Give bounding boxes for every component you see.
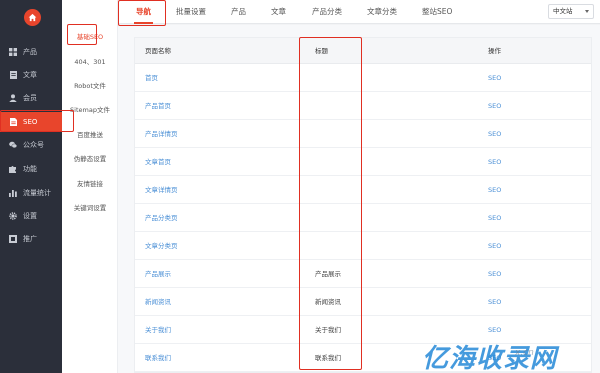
- page-title: 新闻资讯: [315, 298, 341, 306]
- watermark-logo: 亿海收录网: [422, 344, 558, 373]
- page-name-link[interactable]: 新闻资讯: [145, 288, 171, 316]
- page-name-link[interactable]: 产品展示: [145, 260, 171, 288]
- sidebar-item-label: 流量统计: [23, 189, 51, 197]
- table-header: 页面名称 标题 操作: [135, 38, 591, 64]
- tab-site-seo[interactable]: 整站SEO: [422, 0, 452, 24]
- sidebar-item-seo[interactable]: SEO: [0, 112, 62, 132]
- page-name-link[interactable]: 产品分类页: [145, 204, 178, 232]
- table-row: 产品展示 产品展示 SEO: [135, 260, 591, 288]
- watermark-suffix: x.cn: [515, 348, 534, 358]
- sidebar-item-settings[interactable]: 设置: [0, 206, 62, 226]
- home-icon: [28, 13, 37, 22]
- table-row: 文章详情页 SEO: [135, 176, 591, 204]
- submenu-item-baidu-push[interactable]: 百度推送: [62, 129, 118, 139]
- grid-icon: [9, 48, 17, 56]
- page-name-link[interactable]: 文章详情页: [145, 176, 178, 204]
- page-name-link[interactable]: 首页: [145, 64, 158, 92]
- submenu-item-keyword-settings[interactable]: 关键词设置: [62, 202, 118, 212]
- seo-action-link[interactable]: SEO: [488, 148, 501, 176]
- submenu-item-basic-seo[interactable]: 基础SEO: [62, 31, 118, 41]
- main-content: 页面名称 标题 操作 首页 SEO 产品首页 SEO 产品详情页 SEO 文章首…: [118, 25, 600, 373]
- submenu-item-rewrite-settings[interactable]: 伪静态设置: [62, 153, 118, 163]
- submenu-item-404-301[interactable]: 404、301: [62, 56, 118, 66]
- seo-action-link[interactable]: SEO: [488, 260, 501, 288]
- puzzle-icon: [9, 165, 17, 173]
- page-name-link[interactable]: 产品首页: [145, 92, 171, 120]
- page-name-link[interactable]: 文章首页: [145, 148, 171, 176]
- table-row: 产品分类页 SEO: [135, 204, 591, 232]
- gear-icon: [9, 212, 17, 220]
- sidebar-item-label: 设置: [23, 212, 37, 220]
- table-row: 文章首页 SEO: [135, 148, 591, 176]
- top-tab-bar: 导航 批量设置 产品 文章 产品分类 文章分类 整站SEO: [118, 0, 600, 24]
- sidebar-item-label: 功能: [23, 165, 37, 173]
- sidebar-item-label: 文章: [23, 71, 37, 79]
- document-icon: [9, 71, 17, 79]
- seo-submenu: 基础SEO 404、301 Robot文件 Sitemap文件 百度推送 伪静态…: [62, 0, 118, 373]
- sidebar-item-features[interactable]: 功能: [0, 159, 62, 179]
- table-row: 产品首页 SEO: [135, 92, 591, 120]
- sidebar-item-wechat[interactable]: 公众号: [0, 135, 62, 155]
- page-name-link[interactable]: 产品详情页: [145, 120, 178, 148]
- page-name-link[interactable]: 联系我们: [145, 344, 171, 372]
- language-select[interactable]: 中文站: [548, 4, 594, 19]
- table-row: 文章分类页 SEO: [135, 232, 591, 260]
- tab-product-categories[interactable]: 产品分类: [312, 0, 342, 24]
- submenu-item-sitemap-file[interactable]: Sitemap文件: [62, 104, 118, 114]
- sidebar-item-label: 推广: [23, 235, 37, 243]
- seo-action-link[interactable]: SEO: [488, 204, 501, 232]
- tab-navigation[interactable]: 导航: [134, 0, 153, 24]
- tab-batch-settings[interactable]: 批量设置: [176, 0, 206, 24]
- sidebar-item-label: 会员: [23, 94, 37, 102]
- tab-articles[interactable]: 文章: [271, 0, 286, 24]
- sidebar-item-products[interactable]: 产品: [0, 42, 62, 62]
- page-title: 联系我们: [315, 354, 341, 362]
- sidebar-item-label: SEO: [23, 118, 38, 126]
- column-header-title: 标题: [315, 47, 328, 55]
- seo-action-link[interactable]: SEO: [488, 120, 501, 148]
- column-header-action: 操作: [488, 47, 501, 55]
- user-icon: [9, 94, 17, 102]
- seo-action-link[interactable]: SEO: [488, 176, 501, 204]
- app-root: 产品 文章 会员 SEO 公众号 功能 流量统计 设置 推广 基础SEO 404…: [0, 0, 600, 373]
- active-tab-underline: [134, 22, 153, 24]
- seo-action-link[interactable]: SEO: [488, 232, 501, 260]
- bar-chart-icon: [9, 189, 17, 197]
- main-sidebar: 产品 文章 会员 SEO 公众号 功能 流量统计 设置 推广: [0, 0, 62, 373]
- promotion-icon: [9, 235, 17, 243]
- page-name-link[interactable]: 关于我们: [145, 316, 171, 344]
- tab-products[interactable]: 产品: [231, 0, 246, 24]
- table-row: 首页 SEO: [135, 64, 591, 92]
- sidebar-item-label: 公众号: [23, 141, 44, 149]
- sidebar-item-promotion[interactable]: 推广: [0, 229, 62, 249]
- wechat-icon: [9, 141, 17, 149]
- chevron-down-icon: [585, 10, 589, 13]
- home-logo[interactable]: [24, 9, 41, 26]
- page-name-link[interactable]: 文章分类页: [145, 232, 178, 260]
- seo-action-link[interactable]: SEO: [488, 288, 501, 316]
- table-row: 新闻资讯 新闻资讯 SEO: [135, 288, 591, 316]
- sidebar-item-articles[interactable]: 文章: [0, 65, 62, 85]
- seo-table: 页面名称 标题 操作 首页 SEO 产品首页 SEO 产品详情页 SEO 文章首…: [134, 37, 592, 373]
- submenu-item-robot-file[interactable]: Robot文件: [62, 80, 118, 90]
- sidebar-item-traffic-stats[interactable]: 流量统计: [0, 183, 62, 203]
- page-title: 关于我们: [315, 326, 341, 334]
- tab-article-categories[interactable]: 文章分类: [367, 0, 397, 24]
- seo-action-link[interactable]: SEO: [488, 64, 501, 92]
- seo-action-link[interactable]: SEO: [488, 92, 501, 120]
- sidebar-item-members[interactable]: 会员: [0, 88, 62, 108]
- table-row: 产品详情页 SEO: [135, 120, 591, 148]
- column-header-page-name: 页面名称: [145, 47, 171, 55]
- submenu-item-friend-links[interactable]: 友情链接: [62, 178, 118, 188]
- page-title: 产品展示: [315, 270, 341, 278]
- seo-icon: [9, 118, 17, 126]
- sidebar-item-label: 产品: [23, 48, 37, 56]
